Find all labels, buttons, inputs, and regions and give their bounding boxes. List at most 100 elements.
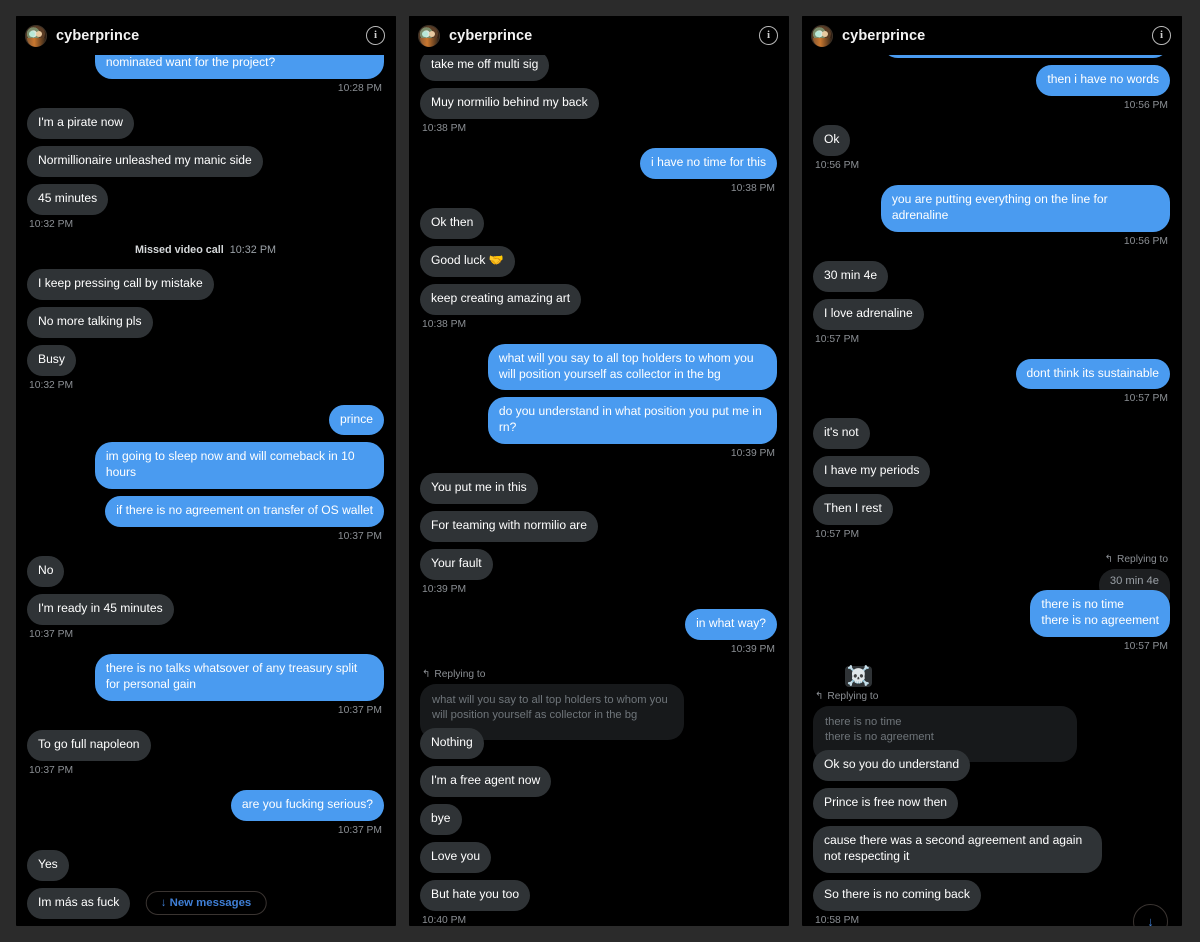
info-icon[interactable]: i: [1152, 26, 1171, 45]
message-bubble-incoming: 45 minutes: [27, 183, 109, 215]
message-bubble-outgoing: im going to sleep now and will comeback …: [94, 442, 384, 490]
message-bubble-outgoing: dont think its sustainable: [1015, 358, 1170, 390]
message-bubble-outgoing: if there is no agreement on transfer of …: [105, 496, 384, 528]
message-bubble-outgoing: i have no time for this: [640, 147, 777, 179]
message-row: in what way?: [420, 609, 777, 647]
message-row: To go full napoleon: [27, 730, 384, 768]
message-bubble-outgoing: do you understand in what position you p…: [487, 397, 777, 445]
message-timestamp: 10:57 PM: [815, 529, 860, 541]
replying-to-text: Replying to: [827, 691, 879, 703]
message-timestamp: 10:38 PM: [730, 182, 775, 194]
message-row: Love you: [420, 841, 777, 880]
message-bubble-incoming: bye: [420, 803, 462, 835]
message-bubble-incoming: Normillionaire unleashed my manic side: [27, 145, 263, 177]
message-bubble-incoming: I have my periods: [813, 456, 931, 488]
message-row: there is no talks whatsover of any treas…: [27, 654, 384, 708]
replying-to-text: Replying to: [1117, 554, 1168, 566]
avatar[interactable]: [418, 24, 440, 47]
message-bubble-outgoing: there is no time there is no agreement: [1030, 590, 1170, 638]
message-row: You put me in this: [420, 473, 777, 511]
message-row: what will you say to all top holders to …: [420, 343, 777, 398]
message-row: then i have no words: [813, 64, 1170, 103]
message-bubble-incoming: cause there was a second agreement and a…: [813, 825, 1103, 873]
message-row: Ok: [813, 124, 1170, 163]
panel-3-header: cyberprince i: [802, 16, 1182, 55]
message-bubble-incoming: I'm ready in 45 minutes: [27, 594, 174, 626]
message-row: im going to sleep now and will comeback …: [27, 442, 384, 496]
page-title: cyberprince: [842, 27, 926, 44]
message-bubble-incoming: Nothing: [420, 727, 484, 759]
message-row: Your fault: [420, 549, 777, 587]
message-bubble-incoming: To go full napoleon: [27, 730, 151, 762]
message-bubble-incoming: Busy: [27, 344, 76, 376]
message-row: Muy normilio behind my back: [420, 87, 777, 126]
message-bubble-incoming: So there is no coming back: [813, 879, 981, 911]
message-row: take me off multi sig: [420, 49, 777, 88]
message-timestamp: 10:39 PM: [730, 644, 775, 656]
message-row: bye: [420, 803, 777, 842]
message-bubble-incoming: Your fault: [420, 549, 493, 581]
conversation-panel-2: cyberprince i Im más as fuckAll normilio…: [409, 16, 789, 926]
reply-arrow-icon: ↰: [815, 691, 824, 703]
message-bubble-incoming: No more talking pls: [27, 306, 153, 338]
message-timestamp: 10:37 PM: [337, 531, 382, 543]
message-bubble-incoming: Ok then: [420, 207, 485, 239]
message-bubble-incoming: Im más as fuck: [27, 888, 131, 919]
reaction-emoji[interactable]: 😈: [816, 667, 836, 686]
message-row: 30 min 4e: [813, 260, 1170, 299]
message-row: Prince is free now then: [813, 787, 1170, 826]
message-row: Ok then: [420, 207, 777, 246]
message-bubble-incoming: You put me in this: [420, 473, 538, 505]
message-bubble-incoming: Muy normilio behind my back: [420, 87, 599, 119]
message-timestamp: 10:39 PM: [422, 584, 467, 596]
message-thread-1: Send10:27 PMlmao so you are going to go …: [16, 16, 396, 926]
message-bubble-incoming: But hate you too: [420, 879, 531, 911]
system-event-missed-call: Missed video call 10:32 PM: [27, 244, 384, 256]
message-bubble-outgoing: in what way?: [685, 609, 777, 641]
message-row: cause there was a second agreement and a…: [813, 825, 1170, 880]
message-bubble-incoming: keep creating amazing art: [420, 283, 582, 315]
message-bubble-incoming: Yes: [27, 850, 69, 882]
reply-arrow-icon: ↰: [422, 669, 431, 681]
message-row: Yes: [27, 850, 384, 888]
avatar[interactable]: [25, 24, 47, 47]
message-timestamp: 10:56 PM: [1123, 99, 1168, 111]
message-bubble-outgoing: then i have no words: [1036, 64, 1170, 96]
new-messages-button[interactable]: ↓ New messages: [145, 891, 267, 915]
message-row: i have no time for this: [420, 147, 777, 186]
message-row: prince: [27, 404, 384, 443]
message-timestamp: 10:37 PM: [337, 705, 382, 717]
replying-to-text: Replying to: [434, 669, 486, 681]
message-bubble-incoming: Love you: [420, 841, 492, 873]
message-timestamp: 10:37 PM: [29, 765, 74, 777]
info-icon[interactable]: i: [366, 26, 385, 45]
message-row: Normillionaire unleashed my manic side: [27, 145, 384, 184]
info-icon[interactable]: i: [759, 26, 778, 45]
message-bubble-incoming: Good luck 🤝: [420, 245, 515, 277]
message-row: I have my periods: [813, 456, 1170, 494]
message-row: Nothing: [420, 727, 777, 766]
screenshot-board: cyberprince i Send10:27 PMlmao so you ar…: [0, 0, 1200, 942]
message-bubble-incoming: I'm a pirate now: [27, 107, 134, 139]
message-timestamp: 10:37 PM: [29, 629, 74, 641]
message-row: are you fucking serious?: [27, 790, 384, 828]
system-event-time: 10:32 PM: [229, 243, 277, 256]
message-row: I'm a pirate now: [27, 107, 384, 146]
message-timestamp: 10:56 PM: [1123, 235, 1168, 247]
message-bubble-incoming: Ok: [813, 124, 851, 156]
message-bubble-incoming: Ok so you do understand: [813, 749, 971, 781]
avatar[interactable]: [811, 24, 833, 47]
message-row: For teaming with normilio are: [420, 511, 777, 549]
message-thread-2: Im más as fuckAll normilio talking shit …: [409, 16, 789, 926]
replying-to-label: ↰ Replying to: [815, 691, 1170, 702]
message-bubble-incoming: Prince is free now then: [813, 787, 959, 819]
message-row: But hate you too: [420, 879, 777, 918]
message-row: So there is no coming back: [813, 879, 1170, 918]
message-timestamp: 10:32 PM: [29, 218, 74, 230]
message-bubble-incoming: I'm a free agent now: [420, 765, 552, 797]
conversation-panel-1: cyberprince i Send10:27 PMlmao so you ar…: [16, 16, 396, 926]
panel-2-header: cyberprince i: [409, 16, 789, 55]
message-bubble-incoming: I love adrenaline: [813, 298, 924, 330]
replying-to-label: ↰ Replying to: [422, 669, 777, 680]
reaction-emoji[interactable]: ☠️: [844, 666, 873, 688]
